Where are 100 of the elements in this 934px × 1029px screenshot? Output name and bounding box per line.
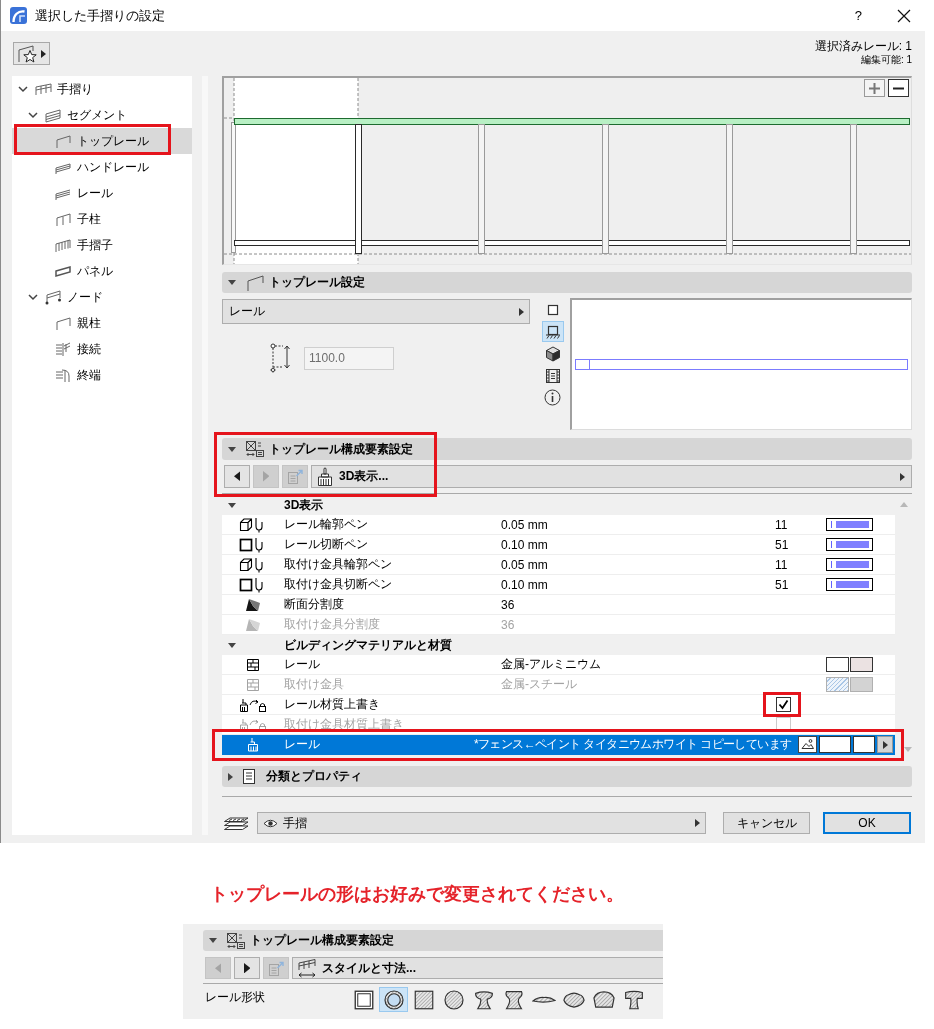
pen-number: 11 (775, 557, 789, 572)
close-icon (897, 8, 911, 23)
tree-item[interactable]: パネル (12, 258, 192, 284)
row-label: レール材質上書き (284, 696, 381, 713)
shape-option[interactable] (379, 987, 408, 1012)
hatched-circle-icon (443, 989, 464, 1010)
group-title: ビルディングマテリアルと材質 (284, 636, 452, 654)
previous-button[interactable] (224, 465, 250, 488)
table-row[interactable]: レール材質上書き (222, 695, 895, 715)
caret-right-icon (695, 819, 700, 827)
selection-info-text: 編集可能: 1 (860, 54, 912, 65)
row-value: 0.05 mm (501, 517, 549, 532)
row-label: 取付け金具輪郭ペン (284, 556, 393, 573)
tree-item[interactable]: 子柱 (12, 206, 192, 232)
caret-right-icon (262, 471, 270, 482)
tree-item[interactable]: 手摺り (12, 76, 192, 102)
document-icon (242, 768, 256, 785)
grid-list-icon (245, 440, 265, 458)
surface-swatch-icon (853, 736, 875, 753)
menu-arrow-button[interactable] (877, 736, 893, 753)
material-swatch-icon (826, 677, 849, 692)
height-dimension-icon (270, 343, 292, 373)
caret-right-icon (900, 472, 905, 481)
table-row[interactable]: レール切断ペン 0.10 mm 51 (222, 535, 895, 555)
pen-swatch-icon (826, 558, 873, 571)
caret-right-icon (882, 740, 888, 749)
profile-dropdown[interactable]: レール (222, 299, 530, 324)
help-button[interactable]: ? (854, 8, 862, 23)
tree-item[interactable]: ハンドレール (12, 154, 192, 180)
zoom-out-button[interactable] (888, 79, 909, 97)
document-arrow-icon (286, 468, 304, 485)
tree-item[interactable]: セグメント (12, 102, 192, 128)
rail-profile-icon (562, 991, 585, 1008)
view-mode-button[interactable] (541, 387, 564, 408)
layer-dropdown[interactable]: 手摺 (257, 812, 706, 834)
caret-right-icon (243, 962, 251, 974)
tree-item[interactable]: 接続 (12, 336, 192, 362)
pen-swatch-icon (826, 518, 873, 531)
row-value: 0.10 mm (501, 577, 549, 592)
tree-item[interactable]: 手摺子 (12, 232, 192, 258)
row-label: 取付け金具分割度 (284, 616, 381, 633)
row-value: 0.10 mm (501, 537, 549, 552)
table-row[interactable]: レール *フェンス←ペイント タイタニウムホワイト コピーしています (222, 735, 895, 755)
segment-icon (44, 107, 62, 123)
tree-item[interactable]: 親柱 (12, 310, 192, 336)
row-value: 金属-アルミニウム (501, 656, 602, 673)
table-row[interactable]: 取付け金具切断ペン 0.10 mm 51 (222, 575, 895, 595)
view-mode-button[interactable] (541, 321, 564, 342)
window-title: 選択した手摺りの設定 (35, 6, 165, 25)
row-label: 取付け金具切断ペン (284, 576, 393, 593)
film-strip-icon (544, 367, 561, 384)
material-icon (247, 658, 259, 671)
rail-profile-icon (592, 991, 615, 1008)
scroll-up-icon (899, 502, 908, 507)
material-swatch-icon (826, 657, 849, 672)
railing-dimension-icon (297, 958, 317, 978)
row-value: *フェンス←ペイント タイタニウムホワイト コピーしています (474, 736, 793, 753)
caret-left-icon (214, 962, 222, 974)
rail-profile-icon (473, 989, 494, 1010)
info-icon (544, 389, 561, 406)
row-value: 36 (501, 597, 516, 612)
plus-icon (868, 81, 881, 95)
table-row[interactable]: レール輪郭ペン 0.05 mm 11 (222, 515, 895, 535)
brush-icon (316, 466, 334, 487)
rail-profile-icon (503, 989, 524, 1010)
square-frame-icon (353, 989, 374, 1010)
square-icon (546, 303, 559, 316)
page-selector-button[interactable]: スタイルと寸法... (292, 957, 663, 979)
close-button[interactable] (896, 7, 912, 24)
brush-lock-icon (239, 696, 267, 713)
tree-item[interactable]: 終端 (12, 362, 192, 388)
scroll-down-icon (904, 747, 912, 752)
checkmark-icon (777, 699, 789, 710)
field-label: レール形状 (204, 989, 266, 1006)
checkbox[interactable] (775, 697, 791, 712)
tree-item[interactable]: レール (12, 180, 192, 206)
row-label: レール切断ペン (284, 536, 369, 553)
dialog-button[interactable]: キャンセル (723, 812, 810, 834)
section-title: トップレール構成要素設定 (269, 440, 413, 458)
next-button[interactable] (234, 957, 260, 979)
table-row[interactable]: 取付け金具輪郭ペン 0.05 mm 11 (222, 555, 895, 575)
rail-profile-icon (531, 995, 556, 1004)
dialog-button[interactable]: OK (823, 812, 911, 834)
hatched-square-icon (413, 989, 434, 1010)
section-title: トップレール設定 (269, 274, 365, 291)
favorites-button[interactable] (13, 42, 50, 65)
tree-item[interactable]: ノード (12, 284, 192, 310)
group-title: 3D表示 (284, 496, 324, 514)
grid-list-icon (226, 931, 246, 950)
ring-icon (383, 989, 404, 1010)
table-row[interactable]: 断面分割度 36 (222, 595, 895, 615)
top-rail-icon (54, 133, 72, 149)
page-selector-button[interactable]: 3D表示... (311, 465, 912, 488)
eye-icon (263, 817, 278, 829)
post-icon (54, 211, 72, 227)
table-row[interactable]: レール 金属-アルミニウム (222, 655, 895, 675)
texture-icon (798, 736, 817, 753)
section-title: トップレール構成要素設定 (250, 932, 394, 949)
zoom-in-button[interactable] (864, 79, 885, 97)
caret-left-icon (233, 471, 241, 482)
